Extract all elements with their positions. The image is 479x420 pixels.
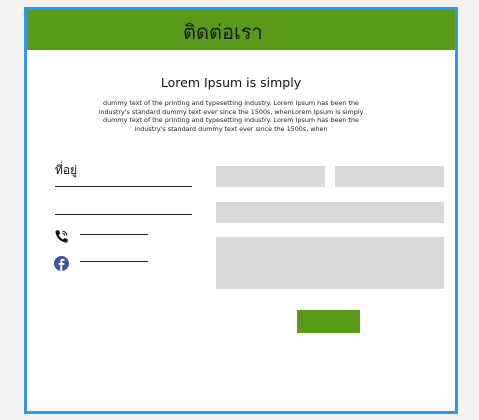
facebook-icon: [54, 256, 69, 271]
phone-line: [80, 234, 148, 235]
facebook-line: [80, 261, 148, 262]
message-textarea[interactable]: [216, 237, 444, 289]
name-input[interactable]: [216, 166, 325, 187]
address-line-1: [55, 186, 192, 187]
subject-input[interactable]: [216, 202, 444, 223]
header-bar: ติดต่อเรา: [27, 10, 455, 50]
address-line-2: [55, 214, 192, 215]
email-input[interactable]: [335, 166, 444, 187]
headline: Lorem Ipsum is simply: [160, 75, 302, 90]
page-title: ติดต่อเรา: [183, 20, 263, 44]
phone-icon: [55, 230, 68, 243]
submit-button[interactable]: [297, 310, 360, 333]
description-text: dummy text of the printing and typesetti…: [98, 99, 364, 133]
contact-card: ติดต่อเรา Lorem Ipsum is simply dummy te…: [24, 7, 458, 414]
address-label: ที่อยู่: [55, 163, 78, 177]
